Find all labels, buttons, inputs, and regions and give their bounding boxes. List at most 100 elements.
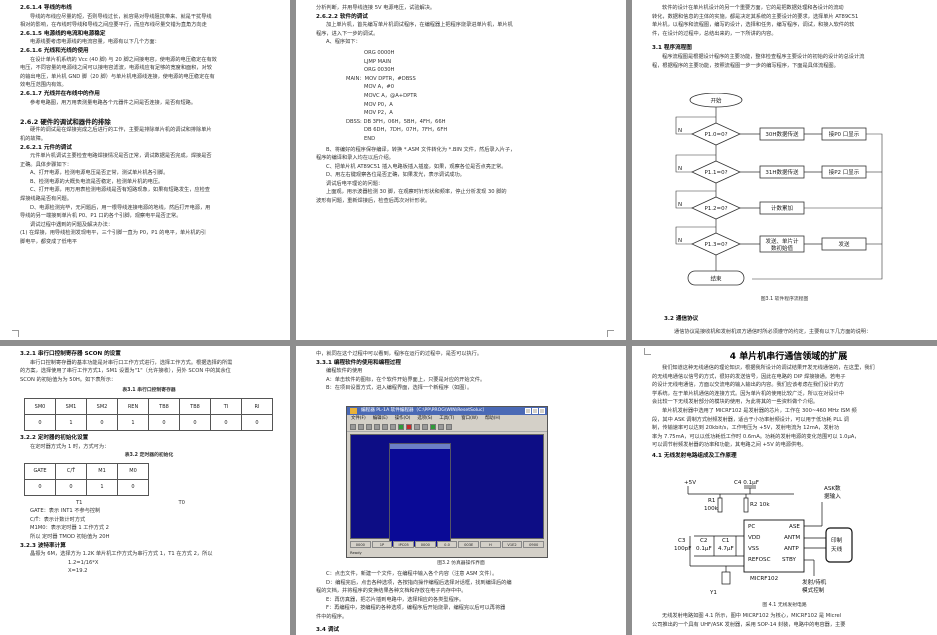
section-heading: 3.2.3 波特率计算 (20, 542, 66, 549)
section-heading: 2.6.2.1 元件的调试 (20, 144, 72, 151)
body-line: SCON 的初始值为为 50H。如下表所示： (20, 376, 117, 383)
body-line: END (364, 135, 376, 142)
body-line: 参考电路图，用万用表测量电路各个元器件之间是否连接，是否有短路。 (30, 99, 197, 106)
run-icon (398, 423, 404, 430)
statusbar: Ready (350, 549, 544, 556)
body-line: D、用左右键观察各位是否正确，如果发光，表示调试成功。 (326, 172, 465, 179)
maximize-icon (532, 408, 538, 414)
mode-label-2: 模式控制 (802, 586, 825, 594)
section-heading: 2.6.1.4 导线的布线 (20, 5, 72, 11)
status-field: H (480, 541, 501, 548)
section-heading: 3.3.1 编程软件的使用和编程过程 (316, 359, 401, 366)
body-line: 相对的影响，在布线时导线和导线之间应要平行，而应布线尽量交错为直角方向走 (20, 22, 207, 29)
tmod-table: GATE C/T̄ M1 M0 0010 (24, 462, 149, 496)
mode-label-1: 发射/待机 (802, 578, 827, 586)
pin-vss: VSS (748, 546, 759, 552)
child-window (389, 443, 451, 547)
body-line: ORG 0000H (364, 49, 395, 56)
menu-item[interactable]: 操作(O) (395, 416, 411, 421)
body-line: F：再编程中，按编程的各种选项，编程序后开始烧录，编程完以后可以再将器 (326, 605, 506, 612)
app-icon (350, 408, 357, 414)
window-title: 编程器 PL-1A 软件编程器（C:\PP\PROG\WIN\ResetSolu… (361, 408, 488, 413)
circuit-c4: C4 0.1μF (734, 480, 759, 486)
table-cell: 0 (86, 414, 118, 432)
body-line: 脚电平，都变成了低电平 (20, 239, 78, 246)
menu-item[interactable]: 编辑(E) (373, 416, 388, 421)
doc-page-2: 分析判断，并用导线连接 5V 电源电压，试验解决。 2.6.2.2 软件的调试 加上… (296, 0, 626, 340)
timer-labels: T1 T0 (20, 499, 278, 508)
figure-caption: 图 4.1 无线发射电路 (762, 603, 807, 608)
menu-item[interactable]: 帮助(H) (485, 416, 501, 421)
page-3-footer-text: 3.2 通信协议 通信协议是接收机和发射机双方通信时所必须遵守的约定，主要有以下… (664, 315, 925, 336)
doc-page-6: 4 单片机串行通信领域的扩展 我们知道这种无线通信的理论知识，根据我所设计的调试… (632, 346, 937, 635)
ask-input-label-2: 据输入 (824, 492, 841, 500)
circuit-c3: C3 (678, 538, 686, 544)
page-6-footer-text: 无线发射电路如图 4.1 所示，图中 MICRF102 为核心，MICRF102… (652, 612, 925, 629)
body-line: E：再仿真器，把芯片插到电路中，选择相应的各类型程序。 (326, 596, 465, 603)
table-header-cell: SM2 (86, 398, 118, 416)
menu-item[interactable]: 文件(F) (351, 416, 366, 421)
table-header-cell: REN (117, 398, 149, 416)
scon-table: SM0 SM1 SM2 REN TB8 TB8 TI RI 01010000 (24, 398, 273, 432)
flow-box-2-label: 31H数据传送 (765, 168, 799, 176)
flow-decision-1-label: P1.0=0? (704, 132, 727, 138)
table-cell: 0 (179, 414, 211, 432)
menu-item[interactable]: 工具(T) (439, 416, 454, 421)
table-cell: 0 (55, 478, 87, 496)
doc-page-5: 中，就同在这个过程中可以看到，程序在运行的过程中，是否可以执行。 3.3.1 编程… (296, 346, 626, 635)
body-line: 件中的程序。 (316, 613, 348, 620)
body-line: 机的故障。 (20, 135, 46, 142)
status-field: 003E (458, 541, 480, 548)
body-line: 编程软件的使用 (326, 368, 363, 375)
body-line: B、将编好的程序保存编译，转换 *.ASM 文件转化为 *.BIN 文件，然后录… (326, 146, 516, 153)
step-icon (414, 423, 420, 430)
program-flowchart: 开始 P1.0=0? 30H数据传送 接P0 口显示 N P1.1=0? 31H… (672, 92, 912, 291)
body-line: C、打开电源，用万用表检测电源线是否有短路现象，如果有短路发生，应检查 (30, 187, 210, 194)
pin-refosc: REFOSC (748, 557, 771, 563)
status-field: V1E2 (501, 541, 523, 548)
timer-t1-label: T1 (76, 499, 83, 506)
table-header-cell: SM0 (24, 398, 56, 416)
circuit-c3-value: 100pF (674, 546, 691, 552)
help-icon (446, 423, 452, 430)
child-window-titlebar (390, 444, 450, 449)
table-cell: 1 (117, 414, 149, 432)
menu-item[interactable]: 窗口(W) (461, 416, 478, 421)
section-heading: 3.2.2 定时器的初始化设置 (20, 435, 89, 442)
body-line: LJMP MAIN (364, 58, 392, 65)
body-line: 单片机，以程序和流程图，编写的设计，选择和任务，编写程序，调试，和接入软件的软 (652, 22, 855, 29)
status-field: 0000 (415, 541, 436, 548)
body-line: 我们知道这种无线通信的理论知识，根据我所设计的调试结果开发无线通信的，在这里，我… (662, 365, 875, 371)
circuit-r1-value: 100k (704, 506, 719, 512)
register-status-bar: 0000 1P IPC05 0000 0.0 003E H V1E2 0900 (350, 541, 545, 548)
minimize-icon (525, 408, 531, 414)
section-heading: 3.2.1 串行口控制寄存器 SCON 的设置 (20, 351, 121, 357)
body-line: 串行口控制寄存器的基本功能是对串行口工作方式进行，选择工作方式。根据选择的所需 (30, 359, 233, 366)
body-line: 调试过程中遇到的问题及解决办法： (30, 221, 114, 228)
body-line: MAIN：MOV DPTR，#DBSS (346, 75, 416, 82)
body-line: 所以 定时器 TMOD 初始值为 20H (30, 533, 110, 540)
body-line: 1.2=1/16*X (68, 559, 99, 566)
body-line: 硬件的调试是在焊接完成之后进行的工作，主要是排除单片机的调试和排除单片 (30, 127, 212, 134)
chapter-title: 4 单片机串行通信领域的扩展 (729, 352, 848, 362)
workspace (350, 434, 544, 547)
table-header-cell: TB8 (179, 398, 211, 416)
body-line: 程，根据程序的主要功能，按照流程图一步一步的编写程序，下面是具体流程图。 (652, 62, 839, 69)
body-line: 件，在设计的过程中，总结出来的，一下所讲的内容。 (652, 30, 777, 37)
body-line: 上面观，用示波器检测 30 脚，在观察时针形状和频率，停止分析发现 30 脚的 (326, 189, 507, 196)
menu-item[interactable]: 选项(S) (417, 416, 432, 421)
body-line: 焊接线路是否有问题。 (20, 196, 72, 203)
flow-n-2: N (678, 166, 682, 172)
body-line: MOV A，#0 (364, 84, 395, 91)
body-line: 转化，数据和信息的主体的实施，都是决定其系统的主要设计的要求，选择单片 AT89… (652, 13, 859, 20)
flow-out-1-label: 接P0 口显示 (829, 130, 860, 138)
body-line: X=19.2 (68, 568, 88, 575)
rf-transmitter-circuit: +5V C4 0.1μF R1 100k R2 10k PC VDD VSS R… (674, 476, 874, 598)
doc-page-4: 3.2.1 串行口控制寄存器 SCON 的设置串行口控制寄存器的基本功能是对串行… (0, 346, 290, 635)
table-cell: 0 (148, 414, 180, 432)
section-heading: 2.6.1.5 电源线的电流和电源稳定 (20, 30, 106, 37)
flow-box-3-label: 计数累加 (771, 204, 793, 212)
body-line: 程序的编译和录入均在以后介绍。 (316, 155, 394, 162)
body-line: M1M0：表示定时器 1 工作方式 2 (30, 525, 109, 532)
pin-pc: PC (748, 524, 755, 530)
